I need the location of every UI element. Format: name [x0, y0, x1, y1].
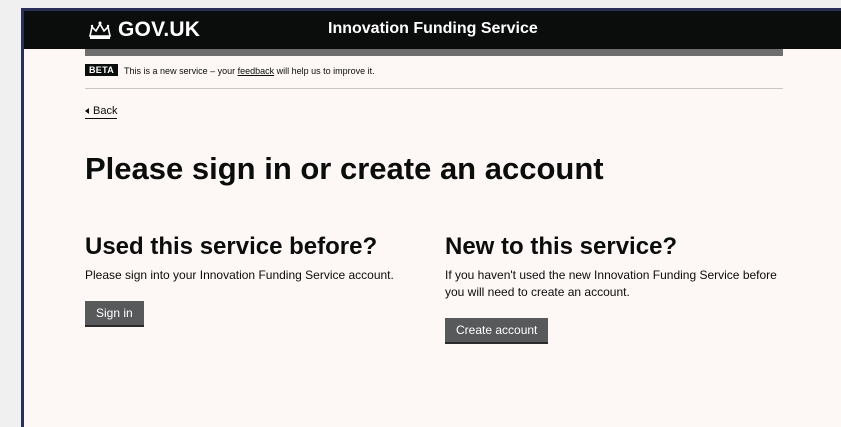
govuk-logo-link[interactable]: GOV.UK: [88, 18, 200, 42]
beta-tag: BETA: [85, 64, 119, 76]
create-account-section: New to this service? If you haven't used…: [445, 233, 785, 342]
back-link[interactable]: Back: [85, 105, 118, 119]
crown-icon: [89, 21, 111, 39]
sign-in-description: Please sign into your Innovation Funding…: [85, 268, 394, 282]
service-name-link[interactable]: Innovation Funding Service: [328, 20, 538, 38]
create-account-heading: New to this service?: [445, 233, 678, 260]
beta-text-after: will help us to improve it.: [274, 66, 375, 76]
header-divider-bar: [85, 49, 783, 56]
site-header: GOV.UK Innovation Funding Service: [24, 11, 841, 49]
triangle-left-icon: [85, 108, 89, 114]
create-account-description: If you haven't used the new Innovation F…: [445, 268, 777, 299]
govuk-logo-text: GOV.UK: [118, 18, 201, 41]
browser-window: GOV.UK Innovation Funding Service BETA T…: [21, 8, 841, 427]
sign-in-section: Used this service before? Please sign in…: [85, 233, 425, 325]
sign-in-button[interactable]: Sign in: [85, 301, 144, 325]
page-title: Please sign in or create an account: [85, 151, 604, 186]
beta-message: This is a new service – your feedback wi…: [124, 64, 375, 76]
sign-in-heading: Used this service before?: [85, 233, 378, 260]
beta-text-before: This is a new service – your: [124, 66, 238, 76]
create-account-button[interactable]: Create account: [445, 318, 549, 342]
beta-banner: BETA This is a new service – your feedba…: [85, 64, 783, 89]
back-link-label: Back: [93, 105, 118, 117]
feedback-link[interactable]: feedback: [238, 66, 275, 76]
